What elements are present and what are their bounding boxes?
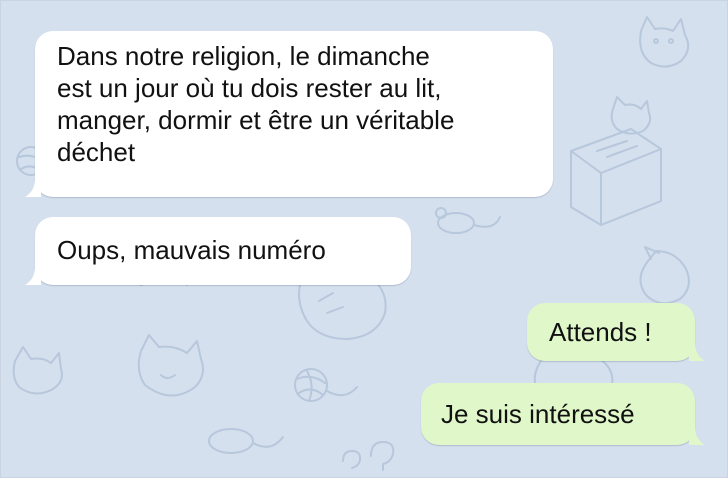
bubble-tail — [25, 179, 41, 197]
cat-icon — [639, 246, 690, 305]
message-text-line: manger, dormir et être un véritable — [57, 105, 455, 135]
bubble-tail — [689, 427, 705, 445]
bubble-tail — [689, 343, 705, 361]
mouse-icon — [208, 428, 284, 454]
message-text-line: est un jour où tu dois rester au lit, — [57, 73, 442, 103]
yarn-ball-icon — [294, 368, 358, 402]
message-bubble-outgoing[interactable]: Attends ! — [527, 303, 705, 361]
chat-view: Dans notre religion, le dimanche est un … — [0, 0, 728, 478]
message-bubble-incoming[interactable]: Dans notre religion, le dimanche est un … — [25, 31, 553, 197]
message-text-line: déchet — [57, 137, 136, 167]
box-icon — [570, 128, 662, 226]
message-bubble-outgoing[interactable]: Je suis intéressé — [421, 383, 705, 445]
cat-icon — [12, 346, 63, 395]
question-mark-icon — [342, 441, 395, 471]
cat-icon — [137, 334, 204, 397]
message-text-line: Je suis intéressé — [441, 399, 635, 429]
bubble-tail — [25, 267, 41, 285]
cat-icon — [639, 16, 690, 68]
message-text-line: Dans notre religion, le dimanche — [57, 41, 430, 71]
mouse-icon — [435, 207, 501, 234]
message-text-line: Attends ! — [549, 317, 652, 347]
message-text-line: Oups, mauvais numéro — [57, 235, 326, 265]
message-bubble-incoming[interactable]: Oups, mauvais numéro — [25, 217, 411, 285]
